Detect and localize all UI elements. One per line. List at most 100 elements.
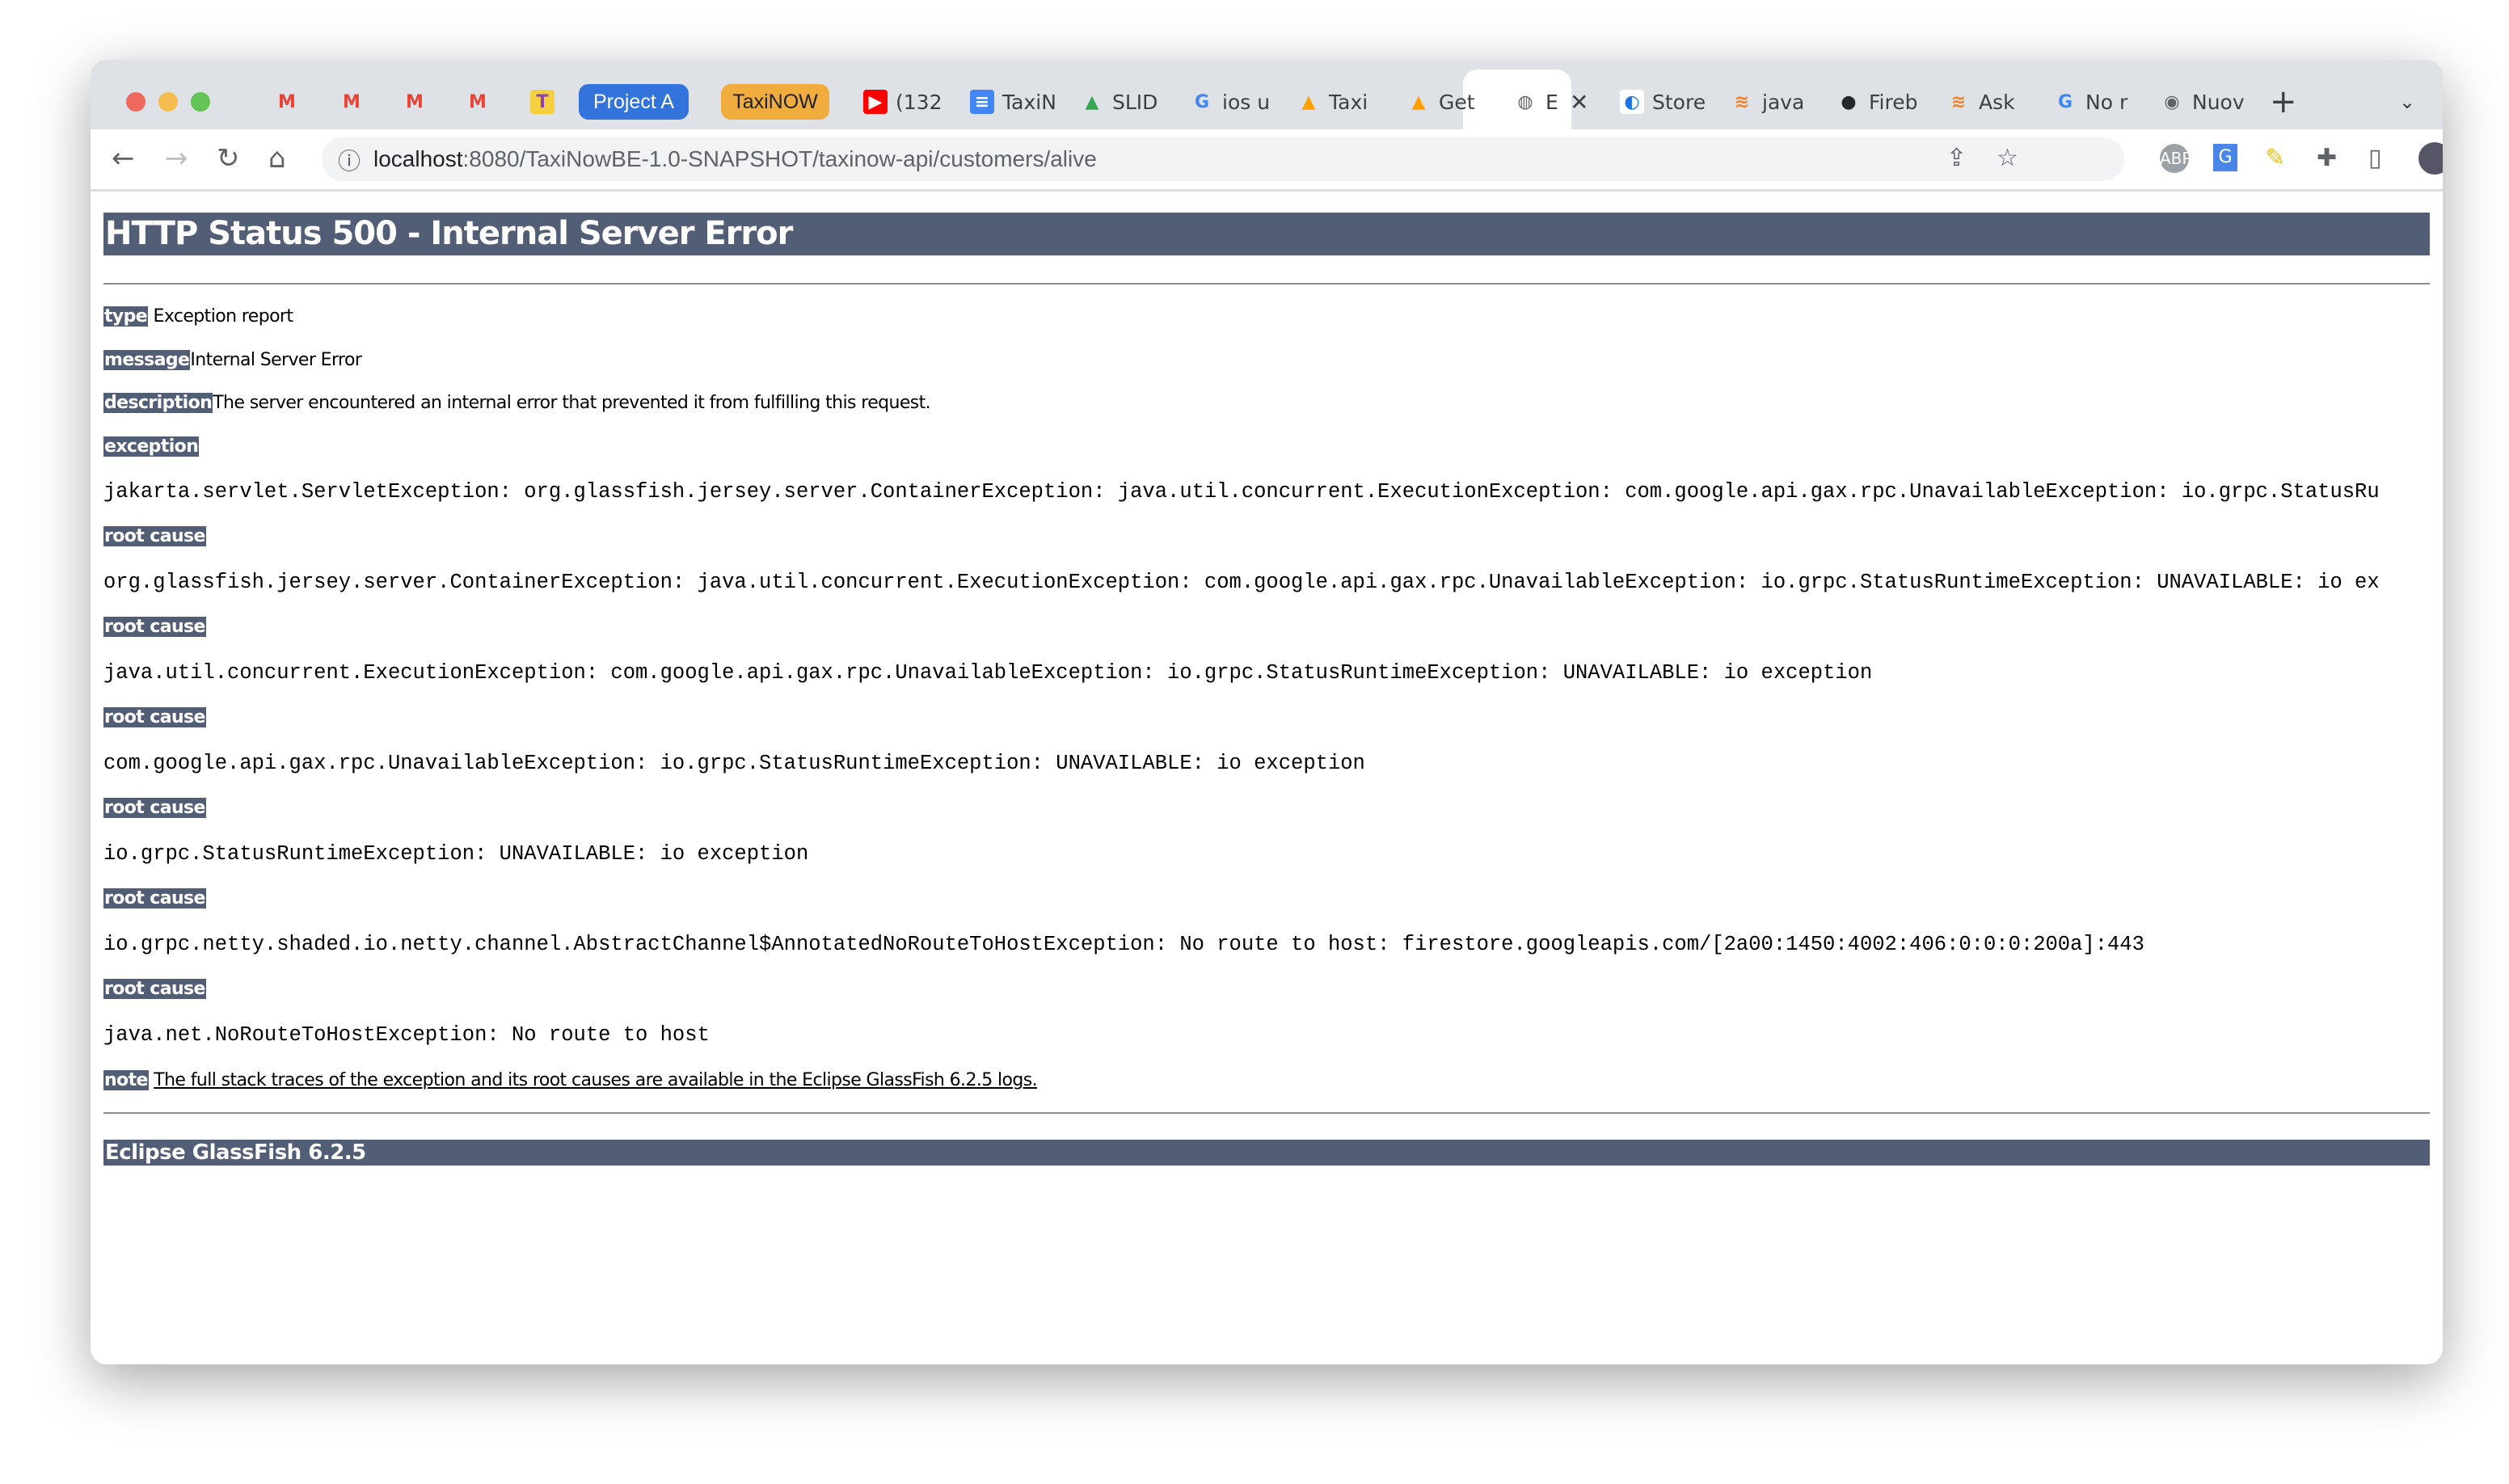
divider <box>103 283 2430 285</box>
tab-label: TaxiN <box>1002 90 1056 114</box>
page-content: HTTP Status 500 - Internal Server Error … <box>91 192 2443 1364</box>
gmail-icon: M <box>343 91 361 112</box>
info-icon[interactable]: ⓘ <box>338 144 361 176</box>
root-cause-label: root cause <box>103 979 206 999</box>
root-cause-row: root cause <box>103 797 206 820</box>
tab[interactable]: ◍ E <box>1513 86 1562 118</box>
browser-window: Project A TaxiNOW M M M M T ▶ (132 ≡ TaxiN ▲ SLID G… <box>91 60 2443 1364</box>
description-row: descriptionThe server encountered an int… <box>103 392 931 415</box>
root-cause-text: com.google.api.gax.rpc.UnavailableExcept… <box>103 752 1365 775</box>
stackoverflow-icon: ≋ <box>1734 91 1750 112</box>
root-cause-label: root cause <box>103 798 206 818</box>
message-label: message <box>103 350 191 370</box>
firebase-icon: ▲ <box>1411 91 1426 112</box>
tab-label: Fireb <box>1869 90 1918 114</box>
t-app-icon: T <box>530 90 555 114</box>
share-icon[interactable]: ⇪ <box>1946 144 1967 172</box>
youtube-icon: ▶ <box>863 90 888 114</box>
note-label: note <box>103 1070 149 1090</box>
root-cause-label: root cause <box>103 617 206 637</box>
tab[interactable]: ● Fireb <box>1836 86 1925 118</box>
home-button[interactable]: ⌂ <box>268 142 286 175</box>
page-title: HTTP Status 500 - Internal Server Error <box>103 213 2430 255</box>
tab-label: E <box>1545 90 1558 114</box>
tab-label: Store <box>1652 90 1706 114</box>
tab[interactable]: ◐ Store <box>1620 86 1709 118</box>
note-link[interactable]: The full stack traces of the exception a… <box>154 1070 1037 1090</box>
new-tab-button[interactable]: + <box>2270 86 2302 118</box>
description-label: description <box>103 393 213 413</box>
root-cause-text: java.util.concurrent.ExecutionException:… <box>103 661 1873 685</box>
root-cause-label: root cause <box>103 888 206 909</box>
stackoverflow-icon: ≋ <box>1950 91 1967 112</box>
type-label: type <box>103 306 149 327</box>
tab[interactable]: ≋ Ask <box>1946 86 2035 118</box>
tab[interactable]: ◉ Nuov <box>2160 86 2249 118</box>
tab-label: ios u <box>1222 90 1271 114</box>
message-row: messageInternal Server Error <box>103 349 362 372</box>
tab-label: Ask <box>1979 90 2015 114</box>
tab[interactable]: G No r <box>2053 86 2142 118</box>
tab[interactable]: T <box>530 86 619 118</box>
divider <box>103 1112 2430 1114</box>
message-value: Internal Server Error <box>190 350 362 370</box>
root-cause-text: io.grpc.netty.shaded.io.netty.channel.Ab… <box>103 933 2144 956</box>
gmail-icon: M <box>469 91 487 112</box>
type-row: type Exception report <box>103 306 293 328</box>
tab[interactable]: ▲ Taxi <box>1297 86 1385 118</box>
close-tab-icon[interactable]: ✕ <box>1570 86 1594 118</box>
url-text[interactable]: localhost:8080/TaxiNowBE-1.0-SNAPSHOT/ta… <box>373 146 1097 172</box>
adblock-plus-icon[interactable]: ABP <box>2160 144 2191 173</box>
root-cause-row: root cause <box>103 887 206 910</box>
tab-group-label: TaxiNOW <box>732 90 818 113</box>
root-cause-row: root cause <box>103 616 206 639</box>
tab-label: Taxi <box>1329 90 1368 114</box>
note-row: note The full stack traces of the except… <box>103 1069 1038 1092</box>
forward-button[interactable]: → <box>165 142 188 175</box>
root-cause-row: root cause <box>103 525 206 548</box>
exception-row: exception <box>103 436 200 458</box>
root-cause-label: root cause <box>103 707 206 727</box>
maximize-window-button[interactable] <box>191 92 210 112</box>
tab[interactable]: Gios u <box>1190 86 1279 118</box>
profile-avatar[interactable] <box>2418 142 2443 175</box>
tab[interactable]: ≋ java <box>1730 86 1819 118</box>
tab-label: No r <box>2085 90 2128 114</box>
description-value: The server encountered an internal error… <box>213 393 931 413</box>
bookmark-star-icon[interactable]: ☆ <box>1997 144 2018 172</box>
extensions-puzzle-icon[interactable]: ✚ <box>2317 144 2337 172</box>
tab[interactable]: ≡ TaxiN <box>970 86 1059 118</box>
address-bar[interactable]: ⓘ localhost:8080/TaxiNowBE-1.0-SNAPSHOT/… <box>322 137 2124 181</box>
tab[interactable]: ▲ Get <box>1406 86 1495 118</box>
tab[interactable]: ▲ SLID <box>1080 86 1169 118</box>
tab-label: SLID <box>1112 90 1158 114</box>
tab-label: Nuov <box>2192 90 2245 114</box>
side-panel-icon[interactable]: ▯ <box>2368 144 2382 172</box>
github-icon: ● <box>1841 91 1857 112</box>
gmail-icon: M <box>278 91 296 112</box>
reload-button[interactable]: ↻ <box>217 142 240 175</box>
footer: Eclipse GlassFish 6.2.5 <box>103 1140 2430 1166</box>
root-cause-label: root cause <box>103 526 206 546</box>
chrome-icon: ◉ <box>2164 91 2180 112</box>
highlighter-icon[interactable]: ✎ <box>2265 144 2285 172</box>
exception-text: jakarta.servlet.ServletException: org.gl… <box>103 480 2380 504</box>
tab[interactable]: ▶ (132 <box>863 86 952 118</box>
root-cause-row: root cause <box>103 706 206 729</box>
toolbar: ← → ↻ ⌂ ⓘ localhost:8080/TaxiNowBE-1.0-S… <box>91 129 2443 192</box>
tab-label: (132 <box>896 90 942 114</box>
docs-icon: ≡ <box>970 90 994 114</box>
minimize-window-button[interactable] <box>158 92 178 112</box>
google-icon: G <box>2057 91 2073 112</box>
drive-icon: ▲ <box>1085 91 1099 112</box>
tab-search-chevron-icon[interactable]: ⌄ <box>2399 86 2423 118</box>
url-path: :8080/TaxiNowBE-1.0-SNAPSHOT/taxinow-api… <box>462 146 1097 171</box>
google-translate-icon[interactable]: G <box>2213 144 2237 171</box>
globe-icon: ◍ <box>1517 91 1533 112</box>
storyboard-icon: ◐ <box>1620 90 1644 114</box>
back-button[interactable]: ← <box>112 142 135 175</box>
close-window-button[interactable] <box>126 92 145 112</box>
tab-group-taxinow[interactable]: TaxiNOW <box>721 84 829 120</box>
exception-label: exception <box>103 436 200 457</box>
type-value: Exception report <box>153 306 293 327</box>
